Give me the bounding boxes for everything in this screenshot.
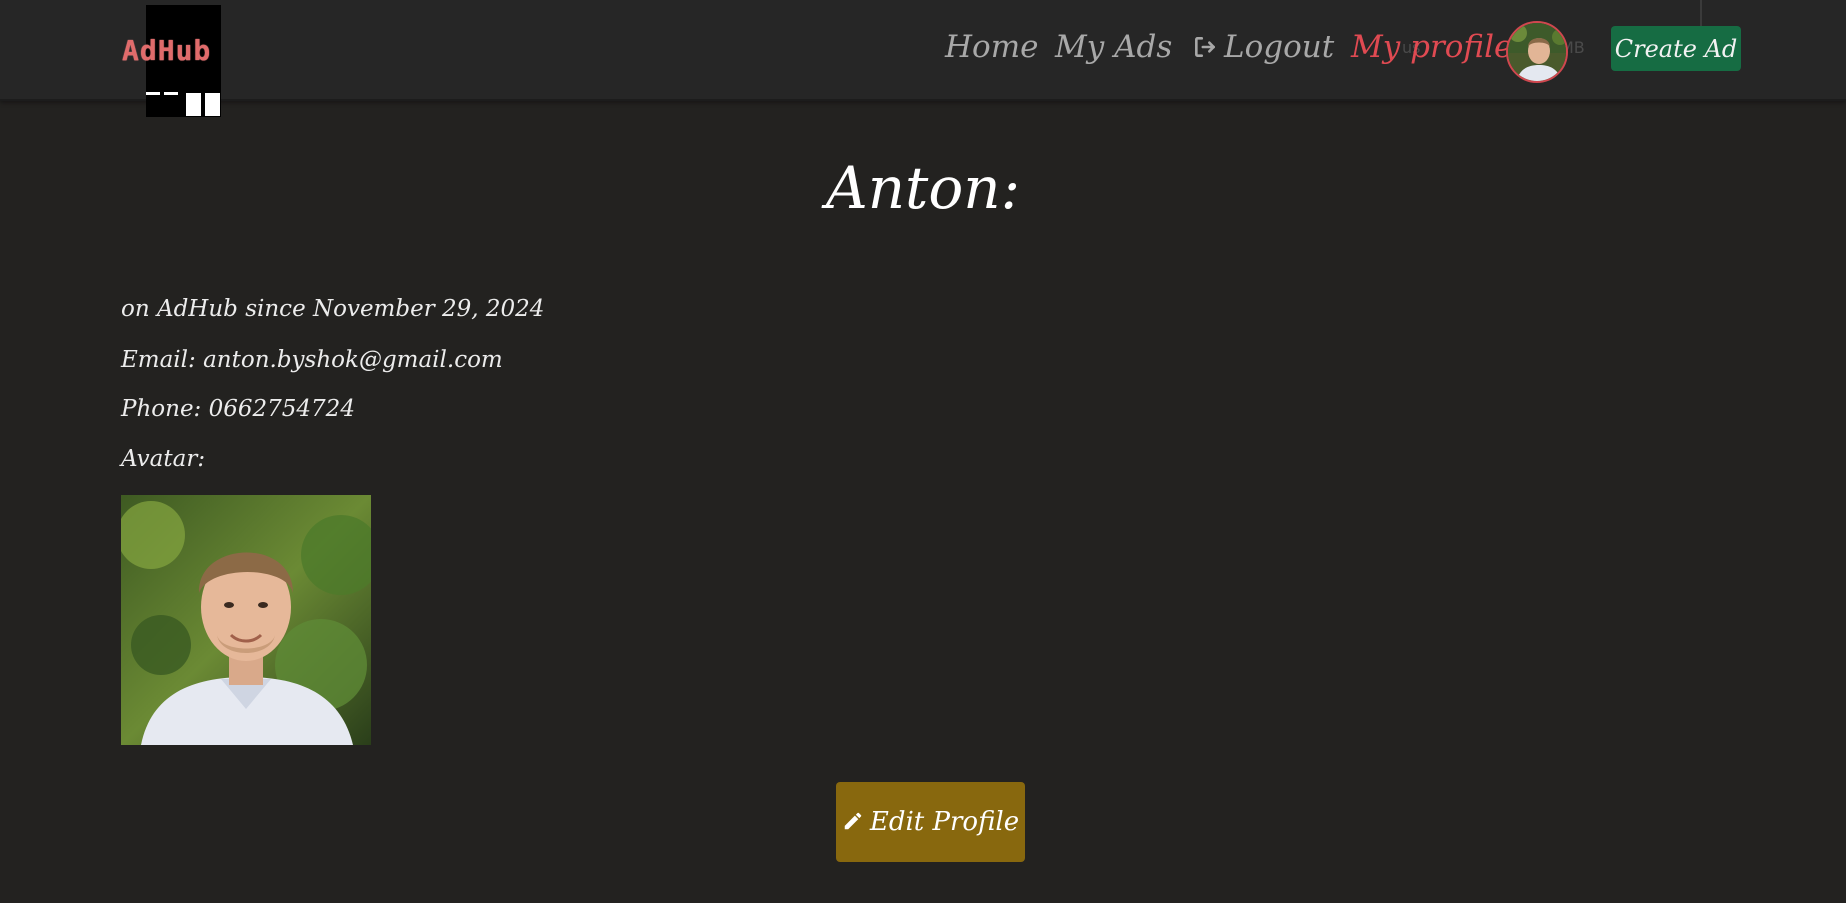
nav-my-profile-link[interactable]: My profile [1351,26,1512,68]
pencil-icon [844,812,862,830]
logout-icon [1195,37,1215,57]
email-info: Email: anton.byshok@gmail.com [121,347,503,373]
logo-bars-icon [146,90,221,116]
avatar-label: Avatar: [121,446,206,472]
edit-profile-label: Edit Profile [869,807,1020,837]
brand-name: AdHub [122,34,212,67]
edit-profile-button[interactable]: Edit Profile [836,782,1025,862]
page-title: Anton: [825,154,1021,222]
nav-logout-link[interactable]: Logout [1192,26,1334,68]
nav-logout-label: Logout [1224,29,1335,65]
member-since: on AdHub since November 29, 2024 [121,296,545,322]
avatar-image [121,495,371,745]
navbar: AdHub Home My Ads Logout us MB My profil… [0,0,1846,117]
create-ad-button[interactable]: Create Ad [1611,26,1741,71]
nav-avatar[interactable] [1506,21,1568,83]
ghost-divider [1700,0,1702,28]
nav-home-link[interactable]: Home [945,26,1038,68]
avatar-photo-icon [1508,23,1566,81]
phone-info: Phone: 0662754724 [121,396,355,422]
nav-my-ads-link[interactable]: My Ads [1055,26,1172,68]
